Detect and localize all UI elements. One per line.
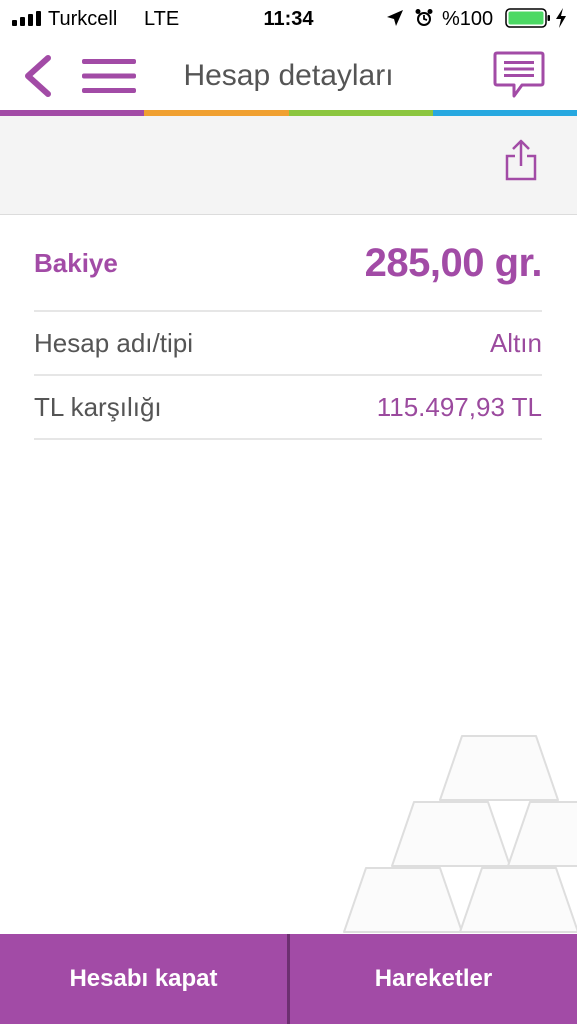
charging-bolt-icon xyxy=(556,8,566,28)
tl-equivalent-label: TL karşılığı xyxy=(34,391,162,422)
tl-equivalent-row: TL karşılığı 115.497,93 TL xyxy=(34,376,542,440)
gold-bars-illustration xyxy=(343,735,577,933)
balance-label: Bakiye xyxy=(34,247,118,278)
close-account-button[interactable]: Hesabı kapat xyxy=(0,934,287,1024)
account-header xyxy=(0,116,577,215)
alarm-clock-icon xyxy=(415,9,433,26)
balance-row: Bakiye 285,00 gr. xyxy=(34,216,543,312)
bottom-action-bar: Hesabı kapat Hareketler xyxy=(0,934,577,1024)
account-type-value: Altın xyxy=(489,327,542,358)
back-chevron-icon[interactable] xyxy=(20,54,58,98)
location-arrow-icon xyxy=(387,10,403,26)
status-bar: Turkcell LTE 11:34 %100 xyxy=(0,0,577,38)
share-icon[interactable] xyxy=(502,138,540,182)
transactions-button[interactable]: Hareketler xyxy=(290,934,577,1024)
hamburger-menu-icon[interactable] xyxy=(82,58,136,94)
battery-percent: %100 xyxy=(442,8,494,30)
account-details: Bakiye 285,00 gr. Hesap adı/tipi Altın T… xyxy=(34,216,543,440)
account-type-row: Hesap adı/tipi Altın xyxy=(34,312,542,376)
account-type-label: Hesap adı/tipi xyxy=(34,327,193,358)
battery-icon xyxy=(505,8,550,28)
chat-bubble-icon[interactable] xyxy=(492,50,546,102)
nav-header: Hesap detayları xyxy=(0,38,577,110)
tl-equivalent-value: 115.497,93 TL xyxy=(376,391,542,422)
balance-value: 285,00 gr. xyxy=(364,240,543,285)
page-title: Hesap detayları xyxy=(183,59,394,92)
